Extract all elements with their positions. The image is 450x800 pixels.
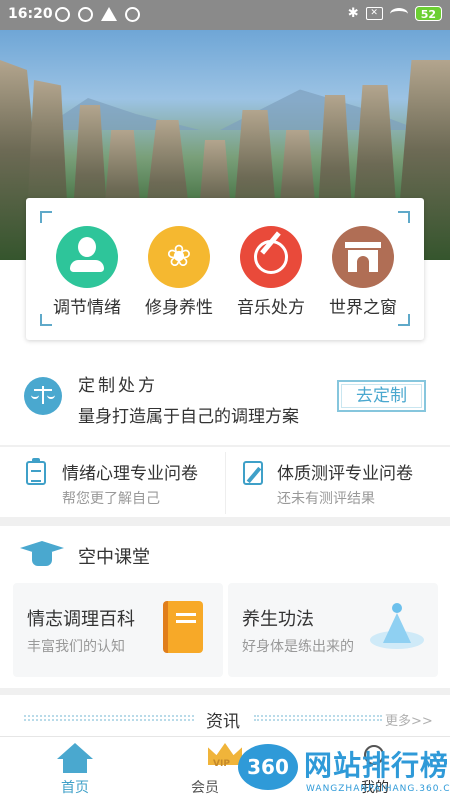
course-card-exercise[interactable]: 养生功法 好身体是练出来的 — [228, 583, 438, 677]
customize-button[interactable]: 去定制 — [337, 380, 426, 412]
notification-icons — [55, 7, 140, 22]
questionnaire-title: 体质测评专业问卷 — [277, 464, 413, 484]
arch-icon — [332, 226, 394, 288]
section-divider — [0, 688, 450, 695]
clipboard-icon — [26, 458, 46, 485]
course-desc: 好身体是练出来的 — [242, 639, 354, 655]
notification-alt-icon — [125, 7, 140, 22]
corner-ornament — [40, 211, 52, 223]
wifi-icon — [389, 7, 408, 20]
corner-ornament — [398, 211, 410, 223]
quick-action-label: 世界之窗 — [329, 298, 397, 318]
custom-subtitle: 量身打造属于自己的调理方案 — [78, 407, 299, 427]
book-icon — [163, 601, 203, 653]
news-more-link[interactable]: 更多>> — [385, 710, 433, 729]
warning-icon — [101, 7, 117, 21]
custom-title: 定制处方 — [78, 376, 158, 396]
questionnaire-desc: 帮您更了解自己 — [62, 491, 160, 507]
notification-dot-icon — [55, 7, 70, 22]
watermark-badge: 360 — [238, 744, 298, 790]
quick-action-music[interactable]: 音乐处方 — [225, 226, 317, 318]
status-bar: 16:20 ✱ ✕ 52 — [0, 0, 450, 30]
quick-actions-card: 调节情绪 ❀ 修身养性 音乐处方 世界之窗 — [26, 198, 424, 340]
quick-action-label: 修身养性 — [145, 298, 213, 318]
course-title: 情志调理百科 — [27, 609, 135, 630]
quick-action-cultivation[interactable]: ❀ 修身养性 — [133, 226, 225, 318]
edit-icon — [243, 461, 263, 485]
home-icon — [57, 743, 93, 773]
bluetooth-icon: ✱ — [347, 6, 359, 21]
system-icons: ✱ ✕ 52 — [348, 6, 442, 21]
news-title: 资讯 — [206, 712, 240, 732]
quick-action-emotion[interactable]: 调节情绪 — [41, 226, 133, 318]
decorative-line — [254, 715, 382, 721]
course-desc: 丰富我们的认知 — [27, 639, 125, 655]
course-card-emotion[interactable]: 情志调理百科 丰富我们的认知 — [13, 583, 223, 677]
section-divider — [0, 517, 450, 526]
watermark-logo: 360 网站排行榜 WANGZHANPAIHANG.360.CN — [238, 740, 450, 800]
nav-home[interactable]: 首页 — [30, 737, 120, 800]
course-title: 养生功法 — [242, 609, 314, 630]
questionnaire-desc: 还未有测评结果 — [277, 491, 375, 507]
classroom-title: 空中课堂 — [78, 547, 150, 568]
vip-badge: VIP — [213, 759, 230, 769]
news-header: 资讯 更多>> — [0, 697, 450, 737]
decorative-line — [24, 715, 194, 721]
graduation-cap-icon — [20, 541, 64, 571]
person-icon — [56, 226, 118, 288]
custom-prescription-section: 定制处方 量身打造属于自己的调理方案 去定制 — [0, 350, 450, 445]
constitution-questionnaire[interactable]: 体质测评专业问卷 还未有测评结果 — [225, 447, 450, 517]
classroom-header: 空中课堂 — [0, 526, 450, 580]
battery-indicator: 52 — [414, 6, 442, 21]
emotion-questionnaire[interactable]: 情绪心理专业问卷 帮您更了解自己 — [0, 447, 225, 517]
quick-action-world[interactable]: 世界之窗 — [317, 226, 409, 318]
quick-action-label: 调节情绪 — [53, 298, 121, 318]
nav-label: 首页 — [61, 780, 89, 796]
scale-icon — [24, 377, 62, 415]
status-time: 16:20 — [8, 6, 53, 22]
quick-action-label: 音乐处方 — [237, 298, 305, 318]
meditation-icon — [368, 599, 426, 657]
watermark-title: 网站排行榜 — [304, 749, 450, 782]
location-icon — [78, 7, 93, 22]
sim-off-icon: ✕ — [365, 7, 383, 20]
pipa-icon — [240, 226, 302, 288]
lotus-icon: ❀ — [148, 226, 210, 288]
watermark-url: WANGZHANPAIHANG.360.CN — [306, 784, 450, 794]
questionnaire-title: 情绪心理专业问卷 — [62, 464, 198, 484]
